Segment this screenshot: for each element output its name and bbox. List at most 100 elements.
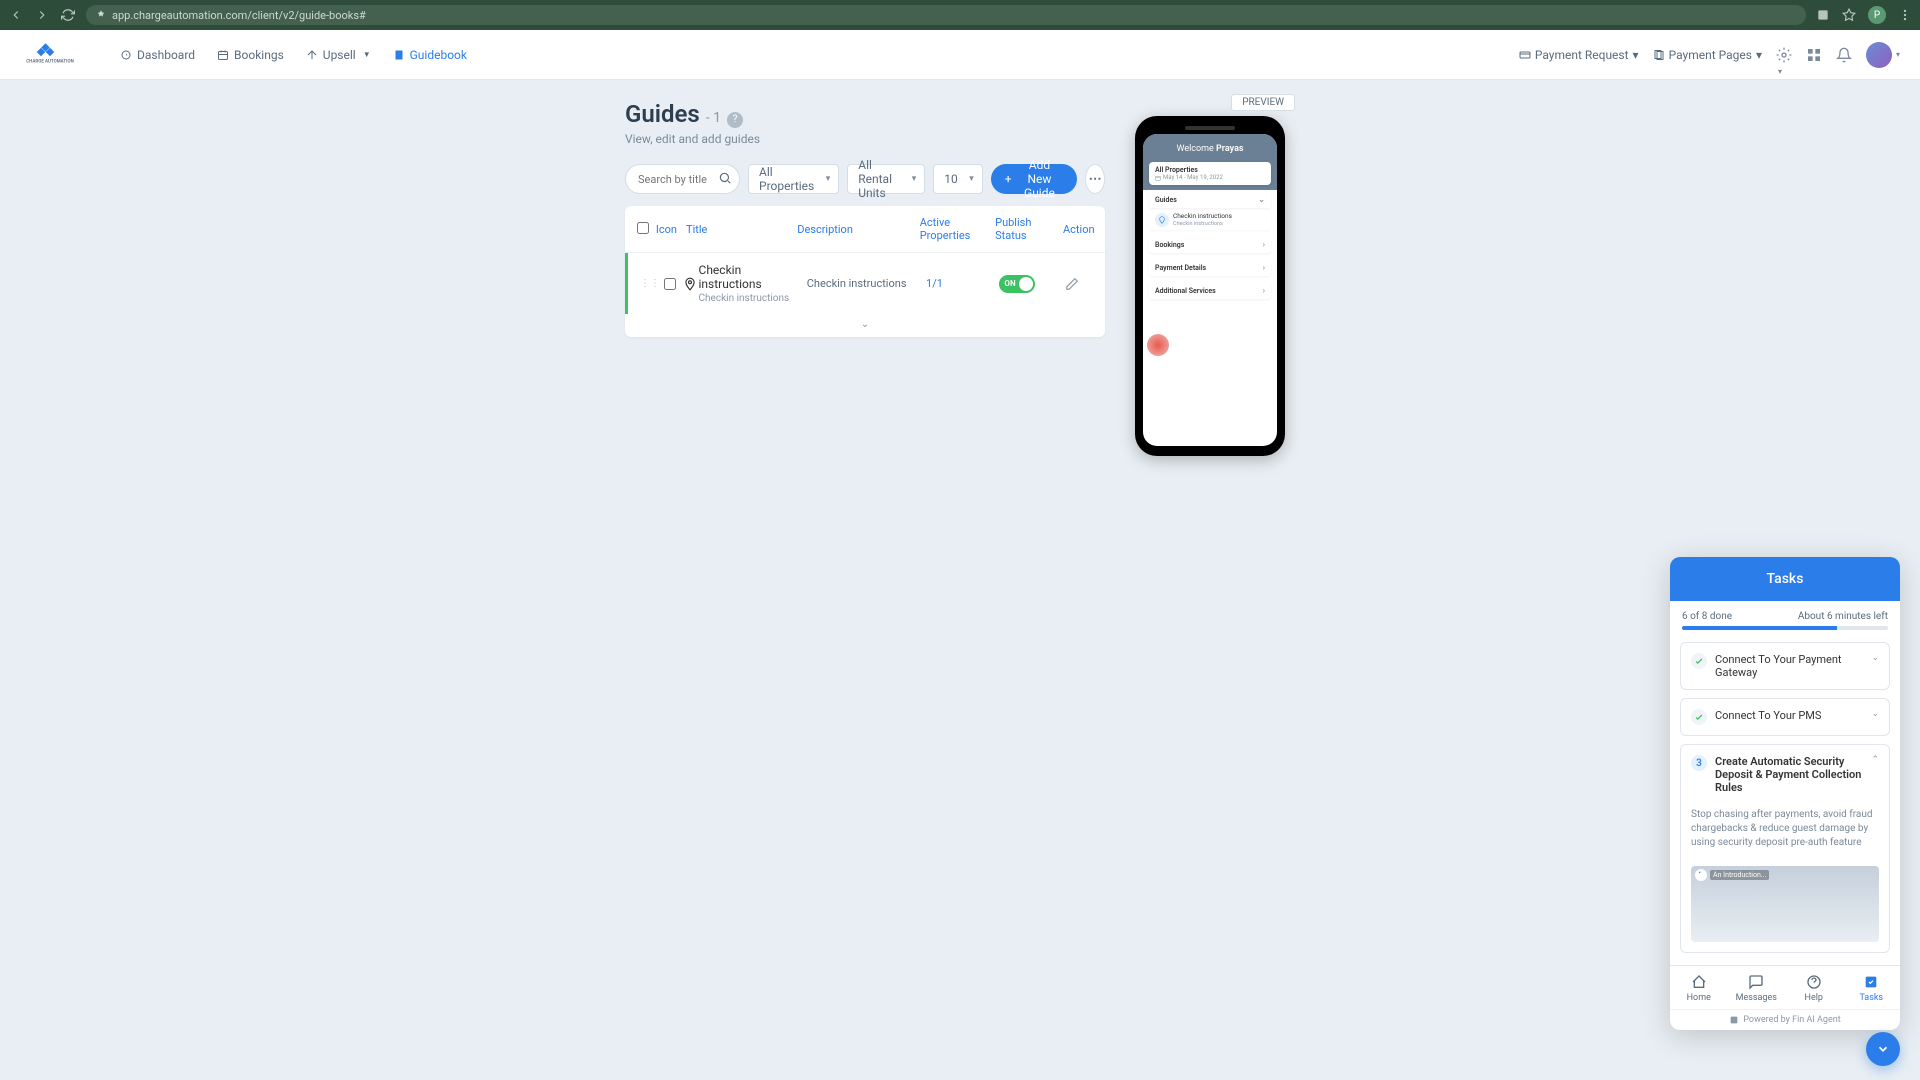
progress-bar [1682,626,1888,630]
caret-down-icon: ▾ [826,174,831,184]
add-guide-button[interactable]: + Add New Guide [991,164,1078,194]
collapse-fab[interactable] [1866,1032,1900,1066]
drag-handle-icon[interactable]: ⋮⋮ [640,278,660,289]
phone-section-guides[interactable]: Guides ⌄ [1149,191,1271,208]
col-active[interactable]: Active Properties [920,216,995,242]
page-title: Guides [625,100,700,128]
pages-icon [1653,49,1665,61]
search-icon[interactable] [718,171,732,185]
phone-section-bookings[interactable]: Bookings › [1149,236,1271,253]
properties-select-label: All Properties [759,165,814,193]
edit-icon [1065,277,1079,291]
progress-done: 6 of 8 done [1682,611,1732,622]
task-list: Connect To Your Payment Gateway ⌄ Connec… [1670,634,1900,965]
tasks-nav-help[interactable]: Help [1785,966,1843,1009]
progress-time: About 6 minutes left [1798,611,1888,622]
progress-fill [1682,626,1837,630]
tasks-nav-home[interactable]: Home [1670,966,1728,1009]
nav-upsell-label: Upsell [323,48,356,62]
caret-down-icon: ▾ [1756,48,1762,62]
chevron-right-icon: › [1263,263,1265,272]
phone-card-date: May 14 - May 19, 2022 [1155,174,1265,181]
col-action[interactable]: Action [1063,223,1093,236]
rental-units-select[interactable]: All Rental Units ▾ [847,164,925,194]
star-icon[interactable] [1842,8,1856,22]
caret-down-icon: ▾ [912,174,917,184]
pin-icon [1155,213,1169,227]
nav-bookings-label: Bookings [234,48,284,62]
card-icon [1519,49,1531,61]
check-icon [1691,709,1707,725]
task-item-deposit[interactable]: 3 Create Automatic Security Deposit & Pa… [1680,744,1890,953]
row-title[interactable]: Checkin instructions Checkin instruction… [699,263,807,304]
caret-down-icon: ▾ [969,174,974,184]
task-item-gateway[interactable]: Connect To Your Payment Gateway ⌄ [1680,642,1890,690]
preview-column: PREVIEW Welcome Prayas All Properties Ma… [1135,100,1295,456]
task-item-pms[interactable]: Connect To Your PMS ⌄ [1680,698,1890,736]
profile-badge-icon[interactable]: P [1868,6,1886,24]
phone-section-payment[interactable]: Payment Details › [1149,259,1271,276]
guidebook-icon [393,49,405,61]
video-title-bar: An Introduction... [1695,869,1875,881]
payment-request-dropdown[interactable]: Payment Request ▾ [1519,48,1639,62]
edit-button[interactable] [1065,277,1093,291]
user-menu[interactable]: ▾ [1866,42,1900,68]
tasks-nav-label: Tasks [1843,993,1901,1003]
publish-toggle[interactable]: ON [999,275,1035,293]
back-icon[interactable] [8,7,24,23]
nav-upsell[interactable]: Upsell ▼ [296,42,381,68]
help-icon[interactable]: ? [727,112,743,128]
top-nav: CHARGE AUTOMATION Dashboard Bookings Ups… [0,30,1920,80]
tasks-footer: Powered by Fin AI Agent [1670,1009,1900,1030]
chevron-right-icon: › [1263,286,1265,295]
phone-screen: Welcome Prayas All Properties May 14 - M… [1143,134,1277,446]
dashboard-icon [120,49,132,61]
phone-card-title: All Properties [1155,166,1265,174]
tasks-nav-tasks[interactable]: Tasks [1843,966,1901,1009]
extension-icon[interactable] [1816,8,1830,22]
phone-section-additional[interactable]: Additional Services › [1149,282,1271,299]
phone-notch [1185,126,1235,130]
tasks-nav-messages[interactable]: Messages [1728,966,1786,1009]
video-channel-icon [1695,869,1707,881]
col-status[interactable]: Publish Status [995,216,1063,242]
chevron-down-icon[interactable]: ⌄ [861,319,869,330]
tasks-nav-label: Messages [1728,993,1786,1003]
pin-icon [683,277,697,291]
nav-dashboard[interactable]: Dashboard [110,42,205,68]
select-all-checkbox[interactable] [637,222,649,234]
bell-icon[interactable] [1836,47,1852,63]
tasks-panel: Tasks 6 of 8 done About 6 minutes left C… [1670,557,1900,1030]
logo[interactable]: CHARGE AUTOMATION [20,43,80,66]
home-icon [1691,974,1707,990]
page-size-select[interactable]: 10 ▾ [933,164,983,194]
check-icon [1691,653,1707,669]
nav-bookings[interactable]: Bookings [207,42,294,68]
video-thumbnail[interactable]: An Introduction... [1691,866,1879,942]
expand-row: ⌄ [625,314,1105,337]
avatar-icon [1866,42,1892,68]
phone-guide-item[interactable]: Checkin instructions Checkin instruction… [1149,210,1271,230]
tasks-footer-text: Powered by Fin AI Agent [1743,1015,1840,1025]
col-icon[interactable]: Icon [656,223,686,236]
caret-down-icon: ▼ [363,50,371,59]
properties-select[interactable]: All Properties ▾ [748,164,839,194]
col-description[interactable]: Description [797,223,920,236]
settings-icon[interactable]: ▾ [1776,47,1792,63]
more-button[interactable]: ⋯ [1085,164,1105,194]
row-status: ON [999,275,1065,293]
nav-guidebook[interactable]: Guidebook [383,42,477,68]
menu-icon[interactable] [1898,8,1912,22]
page-count: - 1 [706,110,721,126]
forward-icon[interactable] [34,7,50,23]
page-title-row: Guides - 1 ? [625,100,1105,128]
payment-request-label: Payment Request [1535,48,1629,62]
plus-icon: + [1005,172,1012,186]
payment-pages-dropdown[interactable]: Payment Pages ▾ [1653,48,1762,62]
reload-icon[interactable] [60,7,76,23]
row-active-properties[interactable]: 1/1 [926,277,999,290]
col-title[interactable]: Title [686,223,797,236]
row-checkbox[interactable] [664,278,676,290]
grid-icon[interactable] [1806,47,1822,63]
url-bar[interactable]: app.chargeautomation.com/client/v2/guide… [86,5,1806,25]
